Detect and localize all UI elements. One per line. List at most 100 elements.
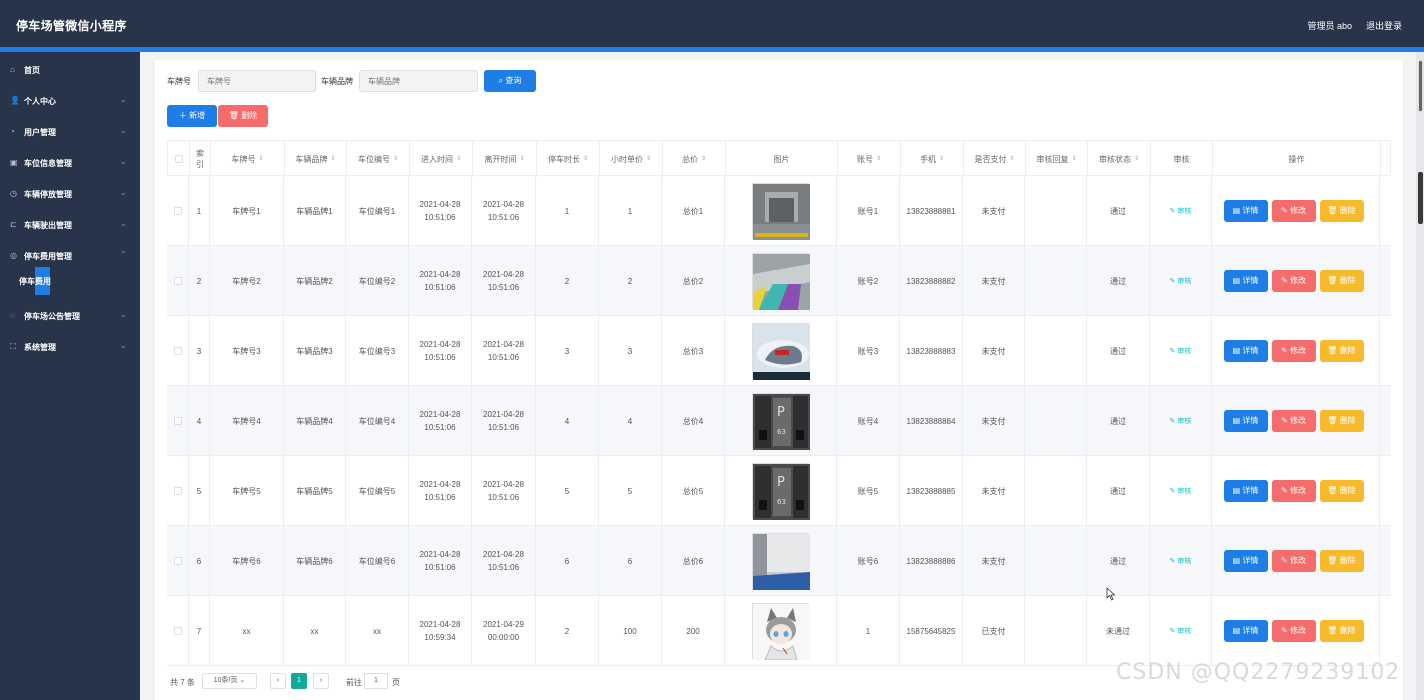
cell-value: 2021-04-28 10:51:06 (419, 480, 461, 502)
row-checkbox[interactable] (173, 347, 182, 355)
row-delete-button[interactable]: 🗑 删除 (1319, 480, 1364, 502)
sidebar-item-3[interactable]: ▣ 车位信息管理 ⌄ (0, 149, 140, 177)
row-delete-button[interactable]: 🗑 删除 (1319, 200, 1364, 222)
row-checkbox[interactable] (173, 417, 182, 425)
column-header[interactable]: 离开时间 ⇕ (473, 141, 537, 177)
column-header[interactable]: 审核状态 ⇕ (1088, 141, 1151, 177)
sort-icon[interactable]: ⇕ (258, 154, 263, 165)
detail-button[interactable]: ▤ 详情 (1223, 270, 1268, 292)
sidebar-item-2[interactable]: ◔ 用户管理 ⌄ (0, 118, 140, 146)
column-header-label: 手机 (919, 154, 936, 164)
audit-button[interactable]: ✎ 审核 (1170, 415, 1192, 428)
trash-icon: 🗑 (1327, 276, 1338, 285)
goto-page-input[interactable]: 1 (364, 673, 388, 689)
column-header-label: 审核状态 (1098, 154, 1131, 164)
cell-value: 4 (627, 416, 633, 426)
page-number-current[interactable]: 1 (291, 673, 307, 689)
row-checkbox[interactable] (173, 277, 182, 285)
column-header[interactable]: 车辆品牌 ⇕ (285, 141, 347, 177)
prev-page-button[interactable]: ‹ (270, 673, 286, 689)
scrollbar-thumb-secondary[interactable] (1418, 172, 1423, 224)
column-header[interactable]: 车位编号 ⇕ (347, 141, 410, 177)
column-header[interactable]: 车牌号 ⇕ (211, 141, 285, 177)
sort-icon[interactable]: ⇕ (393, 154, 398, 165)
column-header[interactable]: 停车时长 ⇕ (537, 141, 600, 177)
sidebar-item-4[interactable]: ◷ 车辆停放管理 ⌄ (0, 180, 140, 208)
edit-button[interactable]: ✎ 修改 (1271, 550, 1316, 572)
sort-icon[interactable]: ⇕ (1134, 154, 1139, 165)
row-checkbox[interactable] (173, 207, 182, 215)
detail-button[interactable]: ▤ 详情 (1223, 200, 1268, 222)
audit-button[interactable]: ✎ 审核 (1170, 345, 1192, 358)
detail-button[interactable]: ▤ 详情 (1223, 480, 1268, 502)
sort-icon[interactable]: ⇕ (330, 154, 335, 165)
table-cell-status: 通过 (1087, 456, 1150, 526)
sidebar-item-6[interactable]: ◎ 停车费用管理 ⌃ (0, 242, 140, 270)
sidebar-item-1[interactable]: 👤 个人中心 ⌄ (0, 87, 140, 115)
row-delete-button[interactable]: 🗑 删除 (1319, 410, 1364, 432)
audit-button[interactable]: ✎ 审核 (1170, 275, 1192, 288)
sort-icon[interactable]: ⇕ (456, 154, 461, 165)
sort-icon[interactable]: ⇕ (701, 154, 706, 165)
sort-icon[interactable]: ⇕ (646, 154, 651, 165)
select-all-checkbox[interactable] (168, 141, 190, 177)
column-header[interactable]: 审核回复 ⇕ (1026, 141, 1088, 177)
edit-button[interactable]: ✎ 修改 (1271, 340, 1316, 362)
column-header[interactable]: 手机 ⇕ (901, 141, 964, 177)
sort-icon[interactable]: ⇕ (1009, 154, 1014, 165)
row-delete-button[interactable]: 🗑 删除 (1319, 620, 1364, 642)
sort-icon[interactable]: ⇕ (1071, 154, 1076, 165)
page-size-select[interactable]: 10条/页 ⌄ (202, 673, 257, 689)
page-scrollbar[interactable] (1416, 52, 1424, 700)
detail-button[interactable]: ▤ 详情 (1223, 410, 1268, 432)
bulk-delete-button[interactable]: 🗑 删除 (218, 105, 268, 127)
row-delete-button[interactable]: 🗑 删除 (1319, 340, 1364, 362)
sidebar-item-0[interactable]: ⌂ 首页 (0, 56, 140, 84)
column-header-label: 账号 (856, 154, 873, 164)
add-button[interactable]: ＋ 新增 (167, 105, 217, 127)
sidebar-subitem-parking-fee[interactable]: 停车费用 (0, 267, 140, 295)
column-header[interactable]: 小时单价 ⇕ (600, 141, 663, 177)
row-delete-button[interactable]: 🗑 删除 (1319, 270, 1364, 292)
edit-button[interactable]: ✎ 修改 (1271, 480, 1316, 502)
edit-button[interactable]: ✎ 修改 (1271, 200, 1316, 222)
sort-icon[interactable]: ⇕ (519, 154, 524, 165)
edit-button[interactable]: ✎ 修改 (1271, 620, 1316, 642)
sort-icon[interactable]: ⇕ (583, 154, 588, 165)
logout-link[interactable]: 退出登录 (1366, 19, 1402, 32)
column-header[interactable]: 进入时间 ⇕ (410, 141, 473, 177)
next-page-button[interactable]: › (313, 673, 329, 689)
cell-value: 车位编号6 (358, 556, 396, 566)
detail-button[interactable]: ▤ 详情 (1223, 620, 1268, 642)
query-button[interactable]: ⌕ 查询 (484, 70, 536, 92)
brand-search-input[interactable] (359, 70, 478, 92)
column-header[interactable]: 是否支付 ⇕ (964, 141, 1026, 177)
column-header[interactable]: 总价 ⇕ (663, 141, 726, 177)
plate-search-input[interactable] (198, 70, 316, 92)
cell-value: 2021-04-28 10:51:06 (419, 410, 461, 432)
sidebar-item-5[interactable]: ⊏ 车辆驶出管理 ⌄ (0, 211, 140, 239)
row-checkbox[interactable] (173, 557, 182, 565)
column-header[interactable]: 账号 ⇕ (838, 141, 901, 177)
cell-value: 车辆品牌1 (296, 206, 333, 216)
detail-button[interactable]: ▤ 详情 (1223, 550, 1268, 572)
sort-icon[interactable]: ⇕ (939, 154, 944, 165)
sidebar-item-7[interactable]: ◌ 停车场公告管理 ⌄ (0, 302, 140, 330)
table-cell-reply (1025, 456, 1087, 526)
sort-icon[interactable]: ⇕ (876, 154, 881, 165)
scrollbar-thumb[interactable] (1418, 60, 1423, 112)
audit-button[interactable]: ✎ 审核 (1170, 625, 1192, 638)
row-checkbox[interactable] (173, 627, 182, 635)
audit-button[interactable]: ✎ 审核 (1170, 205, 1192, 218)
sidebar-item-8[interactable]: ⛶ 系统管理 ⌄ (0, 333, 140, 361)
checkbox[interactable] (174, 155, 183, 163)
row-checkbox[interactable] (173, 487, 182, 495)
edit-button[interactable]: ✎ 修改 (1271, 410, 1316, 432)
table-cell-status: 通过 (1087, 176, 1150, 246)
edit-button[interactable]: ✎ 修改 (1271, 270, 1316, 292)
audit-button[interactable]: ✎ 审核 (1170, 555, 1192, 568)
detail-button[interactable]: ▤ 详情 (1223, 340, 1268, 362)
row-delete-button[interactable]: 🗑 删除 (1319, 550, 1364, 572)
vehicle-image: P 63 (752, 463, 810, 520)
audit-button[interactable]: ✎ 审核 (1170, 485, 1192, 498)
